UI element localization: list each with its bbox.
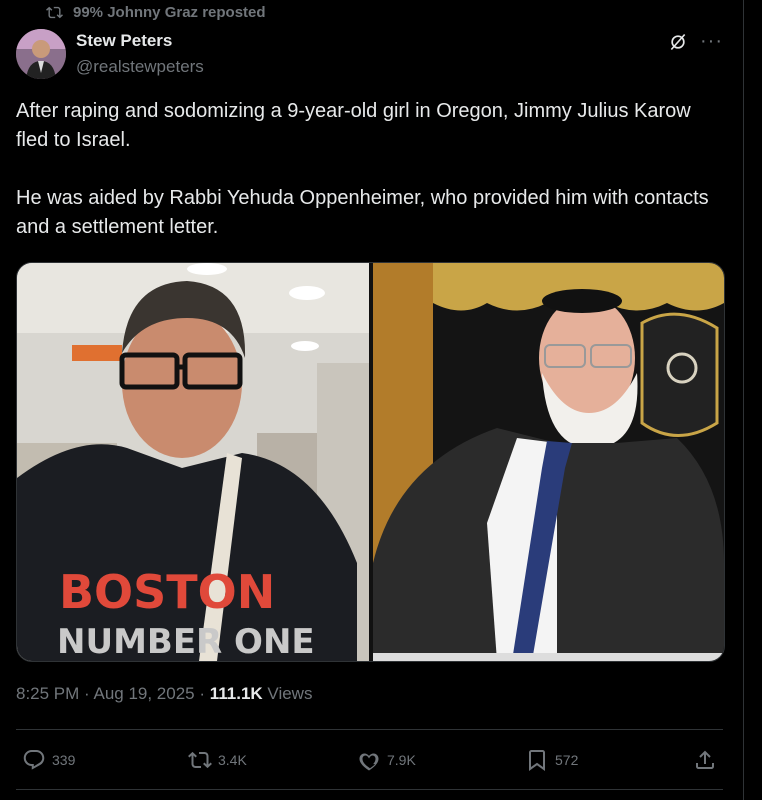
repost-indicator[interactable]: 99% Johnny Graz reposted xyxy=(46,4,266,21)
share-button[interactable] xyxy=(693,748,717,772)
media-shirt-text: BOSTON xyxy=(59,565,275,619)
like-button[interactable]: 7.9K xyxy=(357,748,416,772)
post-meta: 8:25 PM · Aug 19, 2025 · 111.1K Views xyxy=(16,684,312,704)
share-icon xyxy=(696,750,714,769)
actions-divider-bottom xyxy=(16,789,723,790)
media-left-image: BOSTON NUMBER ONE xyxy=(17,263,369,661)
reply-count: 339 xyxy=(52,752,76,768)
views-label: Views xyxy=(262,684,313,703)
media-right-image xyxy=(373,263,724,661)
author-name[interactable]: Stew Peters xyxy=(76,31,172,51)
repost-icon xyxy=(46,6,63,19)
bookmark-button[interactable]: 572 xyxy=(525,748,578,772)
heart-icon xyxy=(359,753,379,771)
more-options-icon[interactable]: ··· xyxy=(700,30,723,53)
bookmark-count: 572 xyxy=(555,752,579,768)
avatar[interactable] xyxy=(16,29,66,79)
like-count: 7.9K xyxy=(387,752,416,768)
timeline-border xyxy=(743,0,744,800)
author-handle[interactable]: @realstewpeters xyxy=(76,57,204,77)
grok-icon[interactable] xyxy=(668,32,688,52)
reply-button[interactable]: 339 xyxy=(22,748,75,772)
views-count: 111.1K xyxy=(209,684,263,703)
post-media[interactable]: BOSTON NUMBER ONE xyxy=(16,262,725,662)
repost-text: 99% Johnny Graz reposted xyxy=(73,4,266,21)
post-timestamp[interactable]: 8:25 PM · Aug 19, 2025 · xyxy=(16,684,210,703)
bookmark-icon xyxy=(529,750,545,771)
post-text: After raping and sodomizing a 9-year-old… xyxy=(16,100,709,238)
repost-count: 3.4K xyxy=(218,752,247,768)
repost-button[interactable]: 3.4K xyxy=(188,748,247,772)
repost-icon xyxy=(188,751,212,769)
reply-icon xyxy=(23,750,45,770)
media-shirt-text-2: NUMBER ONE xyxy=(57,622,315,661)
actions-divider-top xyxy=(16,729,723,730)
